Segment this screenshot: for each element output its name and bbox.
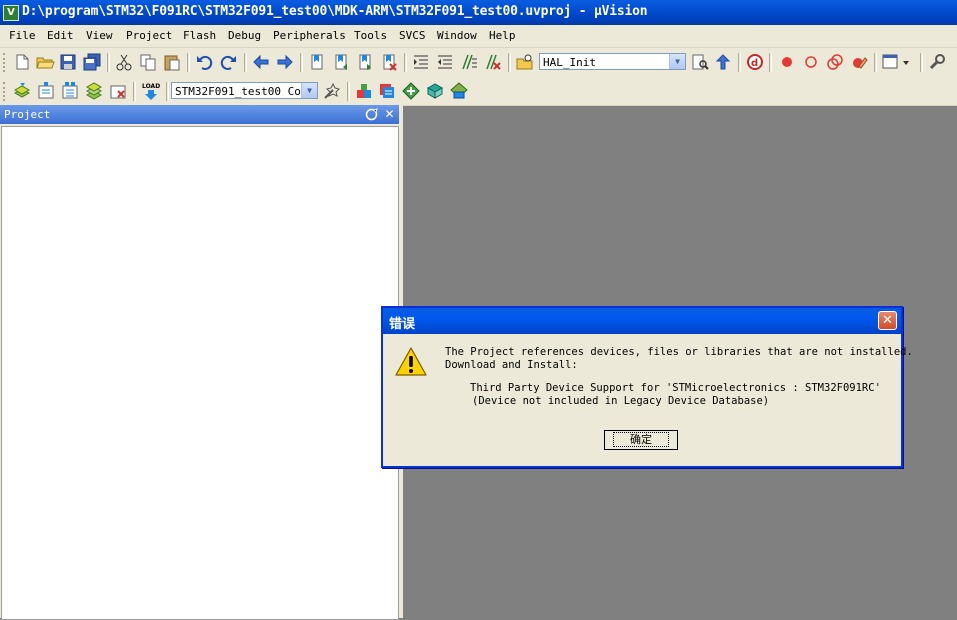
build-icon[interactable] — [36, 81, 56, 101]
chevron-down-icon[interactable]: ▼ — [669, 54, 685, 69]
svg-text:d: d — [751, 58, 758, 69]
bookmark-next-icon[interactable] — [355, 52, 375, 72]
dialog-message-line1: The Project references devices, files or… — [445, 346, 913, 358]
toolbar-separator — [166, 82, 169, 101]
target-combo[interactable]: STM32F091_test00 Conf ▼ — [171, 82, 318, 99]
manage-rte-icon[interactable] — [449, 81, 469, 101]
menu-tools[interactable]: Tools — [354, 29, 387, 42]
svg-text:LOAD: LOAD — [142, 83, 160, 90]
menu-flash[interactable]: Flash — [183, 29, 216, 42]
indent-icon[interactable] — [411, 52, 431, 72]
find-combo[interactable]: HAL_Init ▼ — [539, 53, 686, 70]
pack-installer-icon[interactable] — [401, 81, 421, 101]
breakpoint-kill-icon[interactable] — [849, 52, 869, 72]
dialog-close-button[interactable]: ✕ — [878, 311, 897, 330]
window-layout-icon[interactable] — [881, 52, 913, 72]
rebuild-icon[interactable] — [60, 81, 80, 101]
batch-build-icon[interactable] — [84, 81, 104, 101]
stop-build-icon[interactable] — [108, 81, 128, 101]
manage-project-icon[interactable] — [354, 81, 374, 101]
window-title: D:\program\STM32\F091RC\STM32F091_test00… — [22, 4, 648, 19]
project-tree[interactable] — [1, 126, 399, 620]
breakpoint-enable-icon[interactable] — [801, 52, 821, 72]
paste-icon[interactable] — [162, 52, 182, 72]
dialog-message-line4: (Device not included in Legacy Device Da… — [472, 395, 770, 407]
ok-button-label: 确定 — [613, 432, 669, 447]
ok-button[interactable]: 确定 — [604, 430, 678, 450]
save-icon[interactable] — [58, 52, 78, 72]
toolbar-separator — [920, 53, 923, 72]
translate-icon[interactable] — [12, 81, 32, 101]
new-file-icon[interactable] — [12, 52, 32, 72]
dialog-title-bar[interactable]: 错误 ✕ — [383, 308, 901, 334]
toolbar-separator — [187, 53, 190, 72]
dialog-message-line2: Download and Install: — [445, 359, 578, 371]
load-icon[interactable]: LOAD — [141, 81, 161, 101]
menu-bar: File Edit View Project Flash Debug Perip… — [0, 25, 957, 48]
manage-books-icon[interactable] — [377, 81, 397, 101]
bookmark-prev-icon[interactable] — [331, 52, 351, 72]
toolbar-separator — [133, 82, 136, 101]
breakpoint-insert-icon[interactable] — [777, 52, 797, 72]
breakpoint-disable-icon[interactable] — [825, 52, 845, 72]
redo-icon[interactable] — [219, 52, 239, 72]
project-pane-header: Project ✕ — [0, 105, 399, 124]
comment-icon[interactable] — [459, 52, 479, 72]
copy-icon[interactable] — [138, 52, 158, 72]
find-combo-value: HAL_Init — [543, 56, 596, 69]
configure-icon[interactable] — [927, 52, 947, 72]
menu-peripherals[interactable]: Peripherals — [273, 29, 346, 42]
find-in-files-icon[interactable] — [515, 52, 535, 72]
project-pane-title: Project — [4, 108, 51, 121]
toolbar-separator — [347, 82, 350, 101]
undo-icon[interactable] — [194, 52, 214, 72]
debug-session-icon[interactable]: d — [745, 52, 765, 72]
find-icon[interactable] — [690, 52, 710, 72]
window-title-bar[interactable]: V D:\program\STM32\F091RC\STM32F091_test… — [0, 0, 957, 25]
toolbar-separator — [107, 53, 110, 72]
build-toolbar: LOAD STM32F091_test00 Conf ▼ — [0, 77, 957, 106]
toolbar-grip[interactable] — [3, 53, 8, 72]
menu-view[interactable]: View — [86, 29, 113, 42]
unindent-icon[interactable] — [435, 52, 455, 72]
pin-icon[interactable] — [364, 107, 379, 122]
dialog-title: 错误 — [389, 317, 416, 332]
warning-icon — [395, 346, 427, 378]
menu-edit[interactable]: Edit — [47, 29, 74, 42]
menu-file[interactable]: File — [9, 29, 36, 42]
select-packs-icon[interactable] — [425, 81, 445, 101]
bookmark-insert-icon[interactable] — [307, 52, 327, 72]
incremental-find-icon[interactable] — [713, 52, 733, 72]
target-combo-value: STM32F091_test00 Conf — [175, 85, 315, 98]
menu-project[interactable]: Project — [126, 29, 172, 42]
cut-icon[interactable] — [114, 52, 134, 72]
target-options-icon[interactable] — [322, 81, 342, 101]
nav-forward-icon[interactable] — [275, 52, 295, 72]
toolbar-separator — [874, 53, 877, 72]
nav-back-icon[interactable] — [251, 52, 271, 72]
toolbar-separator — [769, 53, 772, 72]
toolbar-separator — [508, 53, 511, 72]
dialog-message-line3: Third Party Device Support for 'STMicroe… — [470, 382, 881, 394]
toolbar-separator — [738, 53, 741, 72]
menu-window[interactable]: Window — [437, 29, 477, 42]
menu-debug[interactable]: Debug — [228, 29, 261, 42]
file-toolbar: HAL_Init ▼ d — [0, 48, 957, 78]
error-dialog: 错误 ✕ The Project references devices, fil… — [381, 306, 913, 468]
open-folder-icon[interactable] — [35, 52, 55, 72]
toolbar-grip[interactable] — [3, 82, 8, 101]
toolbar-separator — [404, 53, 407, 72]
bookmark-clear-icon[interactable] — [379, 52, 399, 72]
uncomment-icon[interactable] — [483, 52, 503, 72]
close-icon[interactable]: ✕ — [382, 107, 397, 122]
chevron-down-icon[interactable]: ▼ — [301, 83, 317, 98]
uv-icon: V — [3, 5, 19, 21]
project-pane: Project ✕ — [0, 105, 403, 620]
toolbar-separator — [300, 53, 303, 72]
menu-help[interactable]: Help — [489, 29, 516, 42]
menu-svcs[interactable]: SVCS — [399, 29, 426, 42]
save-all-icon[interactable] — [82, 52, 102, 72]
toolbar-separator — [244, 53, 247, 72]
